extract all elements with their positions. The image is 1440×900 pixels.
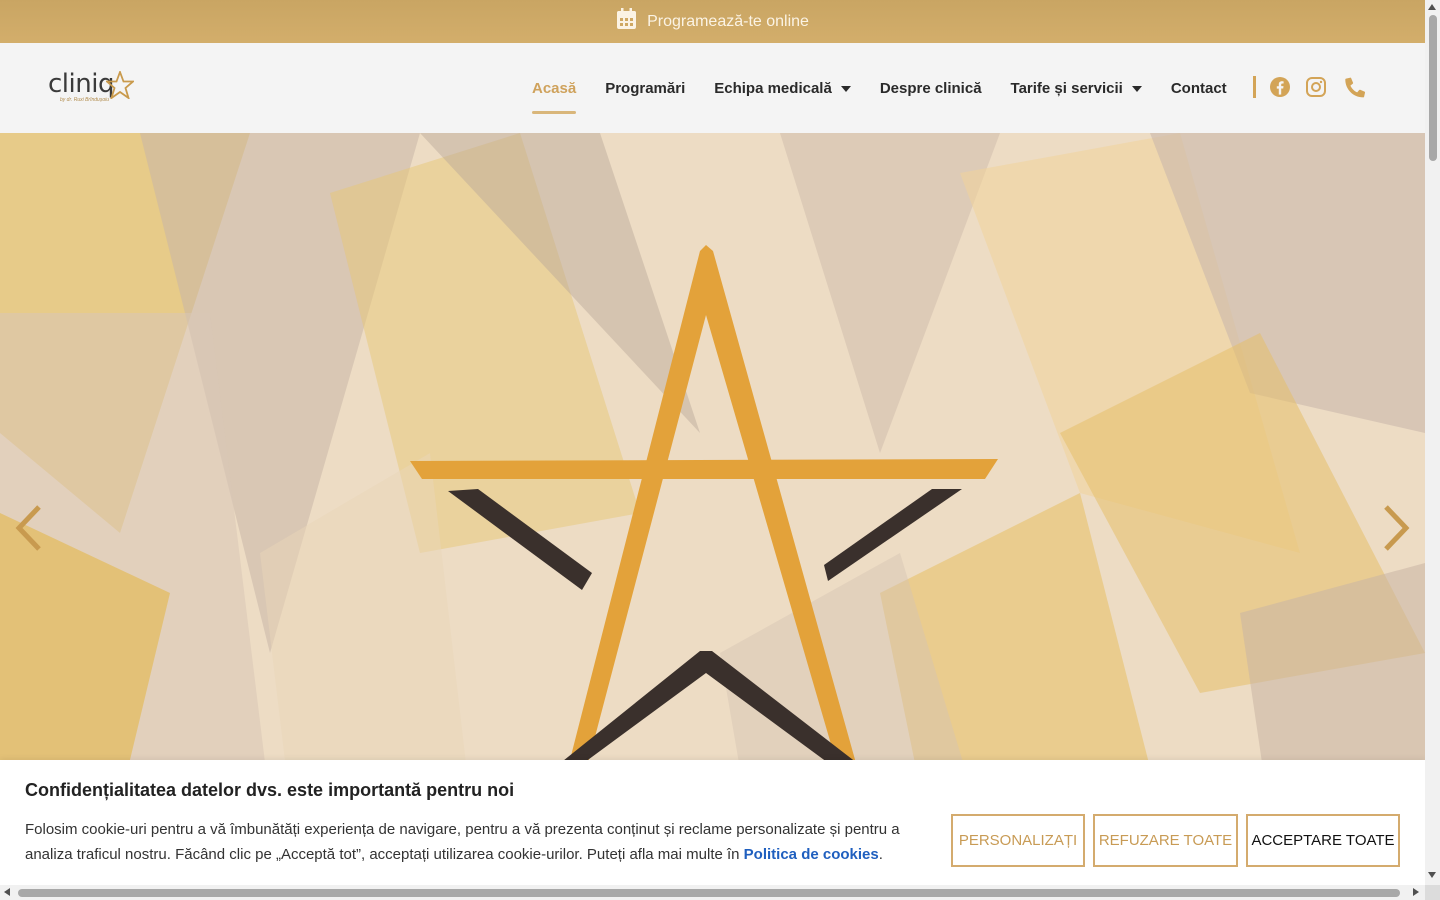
logo[interactable]: cliniq by dr. Ruxi Brîndușoiu [48,69,138,109]
cookie-text: Folosim cookie-uri pentru a vă îmbunătăț… [25,821,900,863]
calendar-icon [616,8,637,35]
cookie-consent-banner: Confidențialitatea datelor dvs. este imp… [0,760,1425,885]
nav-separator [1253,76,1256,98]
cookie-title: Confidențialitatea datelor dvs. este imp… [25,780,515,800]
accept-all-button[interactable]: ACCEPTARE TOATE [1246,814,1400,867]
scrollbar-corner [1425,885,1440,900]
nav-item-despre-clinica[interactable]: Despre clinică [880,43,982,133]
online-booking-link[interactable]: Programează-te online [647,13,809,31]
slider-prev-button[interactable] [13,503,45,553]
facebook-icon[interactable] [1269,76,1291,98]
online-booking-bar[interactable]: Programează-te online [0,0,1425,43]
nav-item-tarife-servicii[interactable]: Tarife și servicii [1011,43,1142,133]
logo-star-icon [106,71,134,99]
reject-all-button[interactable]: REFUZARE TOATE [1093,814,1238,867]
main-nav: Acasă Programări Echipa medicală Despre … [532,43,1256,133]
scroll-down-icon[interactable] [1428,872,1436,878]
slider-next-button[interactable] [1380,503,1412,553]
scroll-left-icon[interactable] [4,888,10,896]
chevron-left-icon [15,505,41,551]
caret-down-icon [1131,86,1142,92]
instagram-icon[interactable] [1305,76,1327,98]
horizontal-scrollbar[interactable] [0,885,1425,900]
vertical-scroll-thumb[interactable] [1429,15,1437,161]
nav-item-acasa[interactable]: Acasă [532,43,577,133]
scroll-up-icon[interactable] [1428,4,1436,10]
phone-icon[interactable] [1344,76,1366,98]
cookie-policy-link[interactable]: Politica de cookies [744,846,879,863]
chevron-right-icon [1384,505,1410,551]
site-header: cliniq by dr. Ruxi Brîndușoiu Acasă Prog… [0,43,1425,133]
scroll-right-icon[interactable] [1413,888,1419,896]
vertical-scrollbar[interactable] [1425,0,1440,885]
nav-item-echipa-medicala[interactable]: Echipa medicală [714,43,851,133]
caret-down-icon [840,86,851,92]
nav-item-programari[interactable]: Programări [605,43,685,133]
horizontal-scroll-thumb[interactable] [18,889,1400,897]
customize-button[interactable]: PERSONALIZAȚI [951,814,1085,867]
page: Programează-te online cliniq by dr. Ruxi… [0,0,1425,885]
logo-text: cliniq [48,69,114,99]
nav-item-contact[interactable]: Contact [1171,43,1227,133]
logo-subtitle: by dr. Ruxi Brîndușoiu [60,97,110,103]
